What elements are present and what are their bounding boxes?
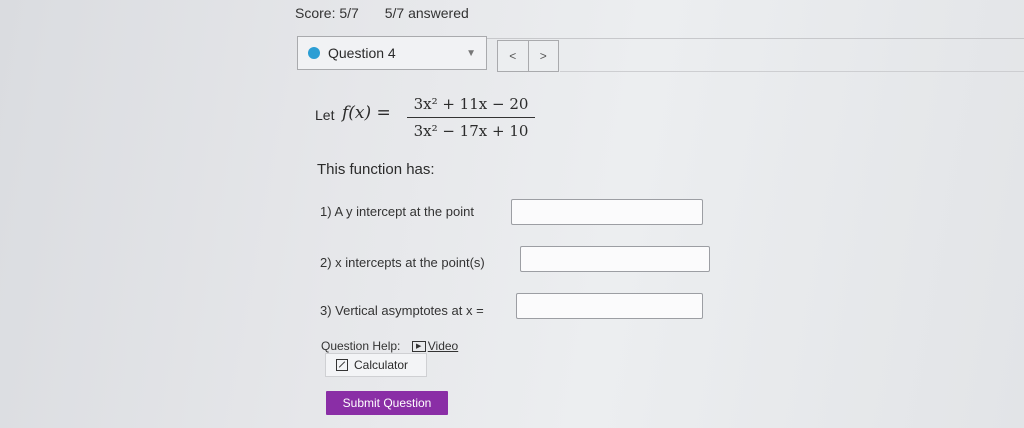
y-intercept-label: 1) A y intercept at the point <box>320 204 474 219</box>
x-intercepts-label: 2) x intercepts at the point(s) <box>320 255 485 270</box>
question-status-dot <box>308 47 320 59</box>
y-intercept-input[interactable] <box>511 199 703 225</box>
question-help: Question Help: ▶ Video <box>321 339 458 353</box>
submit-question-button[interactable]: Submit Question <box>326 391 448 415</box>
numerator: 3x² + 11x − 20 <box>413 95 529 113</box>
let-label: Let <box>315 107 335 123</box>
calculator-label: Calculator <box>354 358 409 372</box>
calculator-button[interactable]: Calculator <box>325 353 427 377</box>
statement: This function has: <box>317 161 435 178</box>
vertical-asymptotes-input[interactable] <box>516 293 703 319</box>
calculator-icon <box>336 359 348 371</box>
score-text: Score: 5/7 <box>295 5 359 21</box>
video-label: Video <box>427 339 459 353</box>
score-bar: Score: 5/7 5/7 answered <box>295 5 469 21</box>
fraction-bar <box>407 117 535 118</box>
vertical-asymptotes-label: 3) Vertical asymptotes at x = <box>320 303 484 318</box>
question-label: Question 4 <box>328 45 396 61</box>
video-link[interactable]: ▶ Video <box>411 339 459 353</box>
denominator: 3x² − 17x + 10 <box>413 122 529 140</box>
function-name: f(x) = <box>342 103 391 123</box>
question-dropdown[interactable]: Question 4 ▼ <box>297 36 487 70</box>
answered-text: 5/7 answered <box>384 5 469 21</box>
chevron-down-icon: ▼ <box>466 47 476 59</box>
header-rule-lower <box>560 71 1024 72</box>
chevron-right-icon[interactable]: > <box>527 41 559 71</box>
video-icon: ▶ <box>411 341 426 353</box>
x-intercepts-input[interactable] <box>520 246 710 272</box>
chevron-left-icon[interactable]: < <box>498 41 528 71</box>
question-nav: < > <box>497 40 559 72</box>
question-help-label: Question Help: <box>321 339 401 353</box>
function-fraction: 3x² + 11x − 20 3x² − 17x + 10 <box>407 93 535 142</box>
